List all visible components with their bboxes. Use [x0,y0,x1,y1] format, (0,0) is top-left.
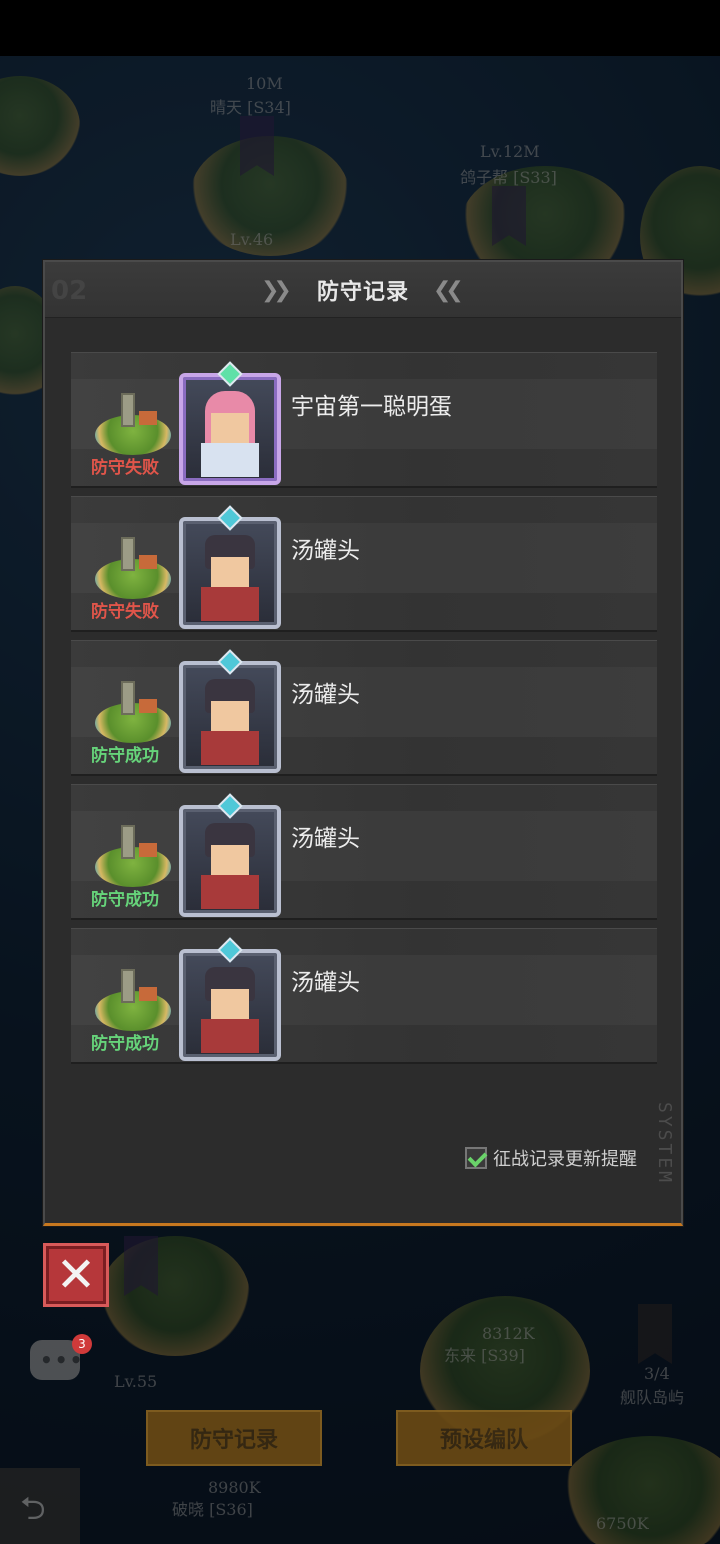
record-row[interactable]: 防守成功 汤罐头 [71,928,657,1064]
island-icon [91,533,173,603]
player-avatar[interactable] [179,793,281,917]
update-reminder-label: 征战记录更新提醒 [493,1149,637,1170]
player-avatar[interactable] [179,361,281,485]
checkbox-checked-icon[interactable] [465,1147,487,1169]
player-avatar[interactable] [179,937,281,1061]
system-watermark: SYSTEM [654,1102,675,1186]
defense-result-label: 防守失败 [91,602,159,622]
defense-result-label: 防守失败 [91,458,159,478]
chat-unread-badge: 3 [72,1334,92,1354]
dialog-header: 02 ❯❯ 防守记录 ❮❮ [45,262,681,318]
record-row[interactable]: 防守失败 宇宙第一聪明蛋 [71,352,657,488]
back-arrow-icon: ⮌ [20,1489,46,1527]
defense-result-label: 防守成功 [91,1034,159,1054]
player-avatar[interactable] [179,649,281,773]
back-button[interactable]: ⮌ [0,1468,80,1544]
island-icon [91,821,173,891]
dialog-title: 防守记录 [316,280,409,305]
update-reminder-toggle[interactable]: 征战记录更新提醒 [465,1145,637,1171]
player-name: 汤罐头 [291,682,360,708]
chevron-left-icon: ❮❮ [433,278,464,303]
status-bar [0,0,720,56]
player-name: 宇宙第一聪明蛋 [291,394,452,420]
defense-record-dialog: 02 ❯❯ 防守记录 ❮❮ 防守失败 宇宙第一聪明蛋 防守失败 汤罐头 防守成功… [43,260,683,1226]
player-name: 汤罐头 [291,826,360,852]
defense-result-label: 防守成功 [91,890,159,910]
player-name: 汤罐头 [291,538,360,564]
record-row[interactable]: 防守失败 汤罐头 [71,496,657,632]
close-button[interactable]: ✕ [43,1243,109,1307]
record-row[interactable]: 防守成功 汤罐头 [71,784,657,920]
island-icon [91,389,173,459]
close-icon: ✕ [55,1247,97,1303]
defense-record-button[interactable]: 防守记录 [146,1410,322,1466]
record-list: 防守失败 宇宙第一聪明蛋 防守失败 汤罐头 防守成功 汤罐头 防守成功 汤罐头 … [71,352,657,1072]
player-avatar[interactable] [179,505,281,629]
island-icon [91,677,173,747]
player-name: 汤罐头 [291,970,360,996]
island-icon [91,965,173,1035]
record-row[interactable]: 防守成功 汤罐头 [71,640,657,776]
preset-team-button[interactable]: 预设编队 [396,1410,572,1466]
defense-result-label: 防守成功 [91,746,159,766]
